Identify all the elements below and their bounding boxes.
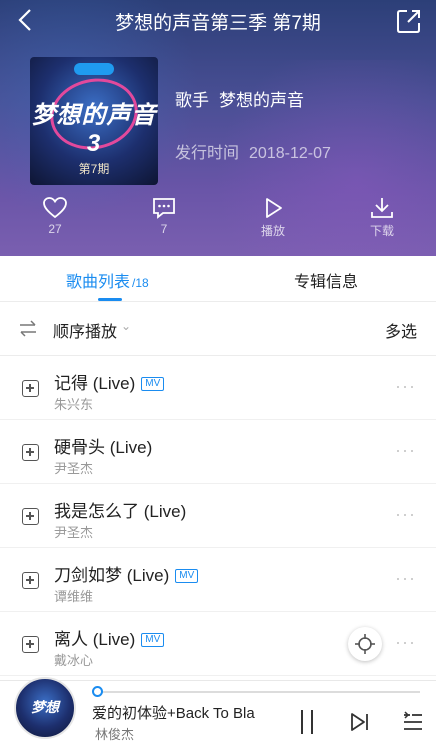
tab-bar: 歌曲列表/18 专辑信息 bbox=[0, 256, 436, 302]
song-row[interactable]: 记得 (Live) MV 朱兴东 ··· bbox=[0, 356, 436, 420]
next-track-icon[interactable] bbox=[350, 711, 370, 733]
more-options-icon[interactable]: ··· bbox=[395, 440, 416, 461]
now-playing-artist: 林俊杰 bbox=[95, 727, 135, 742]
sequential-play-icon[interactable] bbox=[18, 319, 38, 339]
song-title-text: 硬骨头 (Live) bbox=[54, 438, 153, 457]
song-row[interactable]: 我是怎么了 (Live) 尹圣杰 ··· bbox=[0, 484, 436, 548]
pause-icon[interactable] bbox=[298, 710, 316, 734]
song-artist: 戴冰心 bbox=[54, 653, 94, 668]
song-title: 硬骨头 (Live) bbox=[54, 433, 152, 458]
tab-album-info[interactable]: 专辑信息 bbox=[294, 268, 358, 292]
song-title: 我是怎么了 (Live) bbox=[54, 497, 186, 522]
release-line: 发行时间 2018-12-07 bbox=[175, 139, 341, 163]
download-label: 下载 bbox=[369, 224, 394, 238]
more-options-icon[interactable]: ··· bbox=[395, 568, 416, 589]
mini-player[interactable]: 梦想 爱的初体验+Back To Bla 林俊杰 bbox=[0, 677, 436, 746]
playlist-icon[interactable] bbox=[402, 711, 424, 733]
album-cover[interactable]: 梦想的声音3 第7期 bbox=[30, 57, 158, 185]
song-artist: 谭维维 bbox=[54, 589, 94, 604]
release-label: 发行时间 bbox=[175, 145, 240, 162]
download-button[interactable]: 下载 bbox=[352, 196, 412, 239]
chevron-down-icon[interactable]: ⌄ bbox=[121, 319, 131, 333]
mv-badge[interactable]: MV bbox=[141, 633, 165, 647]
like-count: 27 bbox=[48, 222, 62, 236]
tab-song-list[interactable]: 歌曲列表/18 bbox=[66, 268, 149, 292]
song-title: 记得 (Live) MV bbox=[54, 369, 165, 394]
album-meta: 歌手 梦想的声音 发行时间 2018-12-07 bbox=[175, 86, 331, 162]
share-icon[interactable] bbox=[396, 8, 422, 34]
add-icon[interactable] bbox=[22, 380, 39, 397]
progress-thumb[interactable] bbox=[92, 686, 103, 697]
song-artist: 朱兴东 bbox=[54, 397, 94, 412]
back-icon[interactable] bbox=[12, 6, 38, 34]
add-icon[interactable] bbox=[22, 572, 39, 589]
song-title-text: 记得 (Live) bbox=[54, 374, 136, 393]
cover-episode: 第7期 bbox=[78, 162, 110, 176]
crosshair-icon bbox=[355, 634, 375, 654]
release-date: 2018-12-07 bbox=[249, 145, 331, 162]
play-mode-bar: 顺序播放 ⌄ 多选 bbox=[0, 302, 436, 356]
add-icon[interactable] bbox=[22, 508, 39, 525]
song-title-text: 刀剑如梦 (Live) bbox=[54, 566, 170, 585]
play-label: 播放 bbox=[260, 224, 285, 238]
download-icon bbox=[371, 198, 393, 218]
singer-label: 歌手 bbox=[175, 91, 209, 110]
add-icon[interactable] bbox=[22, 444, 39, 461]
page-title: 梦想的声音第三季 第7期 bbox=[115, 13, 321, 34]
more-options-icon[interactable]: ··· bbox=[395, 504, 416, 525]
play-icon bbox=[266, 198, 282, 218]
singer-line[interactable]: 歌手 梦想的声音 bbox=[175, 86, 314, 111]
heart-icon bbox=[43, 197, 67, 219]
song-row[interactable]: 硬骨头 (Live) 尹圣杰 ··· bbox=[0, 420, 436, 484]
now-playing-cover-text: 梦想 bbox=[31, 699, 59, 715]
tab-song-list-label: 歌曲列表 bbox=[66, 274, 131, 291]
mv-badge[interactable]: MV bbox=[175, 569, 199, 583]
play-order-dropdown[interactable]: 顺序播放 bbox=[53, 318, 117, 342]
play-all-button[interactable]: 播放 bbox=[243, 196, 303, 239]
like-button[interactable]: 27 bbox=[25, 196, 85, 236]
song-artist: 尹圣杰 bbox=[54, 461, 94, 476]
progress-bar[interactable] bbox=[98, 691, 420, 693]
multi-select-button[interactable]: 多选 bbox=[385, 318, 417, 342]
song-row[interactable]: 刀剑如梦 (Live) MV 谭维维 ··· bbox=[0, 548, 436, 612]
more-options-icon[interactable]: ··· bbox=[395, 632, 416, 653]
song-title: 刀剑如梦 (Live) MV bbox=[54, 561, 199, 586]
top-bar: 梦想的声音第三季 第7期 bbox=[0, 0, 436, 40]
active-tab-indicator bbox=[98, 298, 122, 301]
now-playing-title: 爱的初体验+Back To Bla bbox=[92, 705, 255, 722]
comment-icon bbox=[153, 198, 175, 219]
locate-current-song-button[interactable] bbox=[348, 627, 382, 661]
song-count: /18 bbox=[132, 276, 149, 290]
action-bar: 27 7 播放 下载 bbox=[0, 196, 436, 246]
comment-button[interactable]: 7 bbox=[134, 196, 194, 236]
singer-name: 梦想的声音 bbox=[219, 91, 304, 110]
song-title: 离人 (Live) MV bbox=[54, 625, 165, 650]
mv-badge[interactable]: MV bbox=[141, 377, 165, 391]
song-artist: 尹圣杰 bbox=[54, 525, 94, 540]
cover-brand-logo bbox=[74, 63, 114, 75]
now-playing-cover[interactable]: 梦想 bbox=[14, 677, 76, 739]
song-title-text: 我是怎么了 (Live) bbox=[54, 502, 187, 521]
comment-count: 7 bbox=[160, 222, 168, 236]
song-title-text: 离人 (Live) bbox=[54, 630, 136, 649]
more-options-icon[interactable]: ··· bbox=[395, 376, 416, 397]
add-icon[interactable] bbox=[22, 636, 39, 653]
cover-title-art: 梦想的声音3 bbox=[31, 102, 157, 157]
album-header: 梦想的声音第三季 第7期 梦想的声音3 第7期 歌手 梦想的声音 发行时间 2018… bbox=[0, 0, 436, 256]
